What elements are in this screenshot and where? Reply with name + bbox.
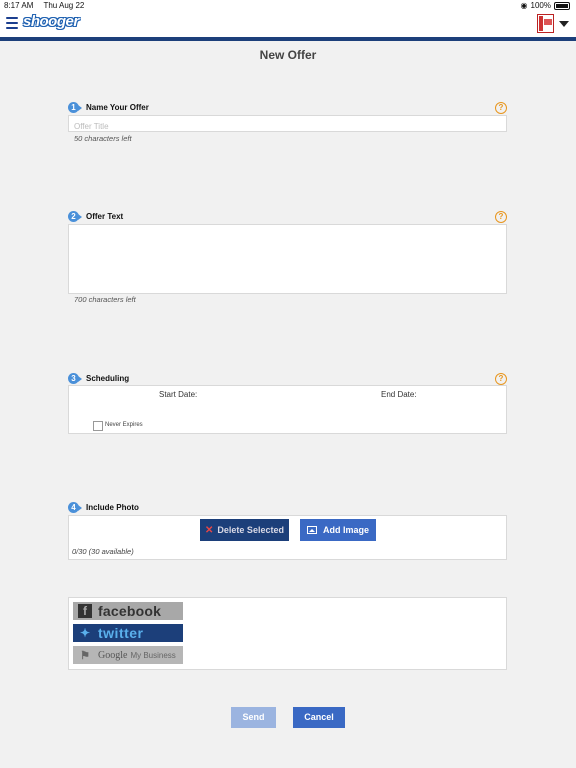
my-business-label: My Business bbox=[130, 650, 176, 660]
add-image-button[interactable]: Add Image bbox=[300, 519, 376, 541]
never-expires-checkbox[interactable] bbox=[93, 421, 103, 431]
add-image-label: Add Image bbox=[322, 525, 369, 535]
menu-icon[interactable] bbox=[6, 17, 18, 29]
image-icon bbox=[306, 526, 317, 534]
delete-selected-button[interactable]: ✕ Delete Selected bbox=[200, 519, 289, 541]
caret-down-icon[interactable] bbox=[559, 21, 569, 27]
help-icon[interactable]: ? bbox=[495, 373, 507, 385]
delete-x-icon: ✕ bbox=[205, 525, 214, 536]
offer-title-field bbox=[68, 115, 507, 134]
status-time: 8:17 AM bbox=[4, 1, 34, 10]
step-badge: 1 bbox=[68, 101, 82, 113]
google-label: Google bbox=[98, 649, 128, 661]
section-label: Scheduling bbox=[86, 373, 130, 383]
section-photo-header: 4 Include Photo bbox=[68, 501, 139, 513]
top-navbar: shooger bbox=[0, 11, 576, 37]
help-icon[interactable]: ? bbox=[495, 211, 507, 223]
section-name-header: 1 Name Your Offer bbox=[68, 101, 149, 113]
wifi-icon: ◉ bbox=[520, 1, 528, 10]
section-label: Include Photo bbox=[86, 502, 139, 512]
photo-count: 0/30 (30 available) bbox=[72, 547, 134, 556]
delete-selected-label: Delete Selected bbox=[217, 525, 284, 535]
title-char-count: 50 characters left bbox=[74, 134, 132, 143]
step-badge: 3 bbox=[68, 372, 82, 384]
scheduling-panel: Start Date: End Date: Never Expires bbox=[68, 385, 507, 434]
navbar-divider bbox=[0, 37, 576, 41]
battery-icon bbox=[554, 1, 570, 10]
offer-text-input[interactable] bbox=[69, 225, 506, 293]
section-label: Offer Text bbox=[86, 211, 124, 221]
section-text-header: 2 Offer Text bbox=[68, 210, 123, 222]
offer-text-field bbox=[68, 224, 507, 294]
page-title: New Offer bbox=[259, 48, 317, 62]
never-expires-label: Never Expires bbox=[105, 422, 143, 428]
facebook-icon: f bbox=[78, 604, 92, 618]
offer-title-input[interactable] bbox=[69, 119, 506, 134]
section-label: Name Your Offer bbox=[86, 102, 149, 112]
help-icon[interactable]: ? bbox=[495, 102, 507, 114]
account-icon[interactable] bbox=[537, 14, 554, 33]
twitter-label: twitter bbox=[98, 625, 144, 641]
facebook-share-button[interactable]: f facebook bbox=[73, 602, 183, 620]
cancel-button[interactable]: Cancel bbox=[293, 707, 345, 728]
google-business-icon: ⚑ bbox=[80, 649, 90, 662]
step-badge: 4 bbox=[68, 501, 82, 513]
text-char-count: 700 characters left bbox=[74, 295, 136, 304]
status-bar: 8:17 AM Thu Aug 22 ◉ 100% bbox=[0, 0, 576, 11]
shooger-logo[interactable]: shooger bbox=[23, 13, 79, 30]
status-date: Thu Aug 22 bbox=[43, 1, 85, 10]
google-my-business-button[interactable]: ⚑ Google My Business bbox=[73, 646, 183, 664]
facebook-label: facebook bbox=[98, 603, 162, 619]
battery-percent: 100% bbox=[530, 1, 551, 10]
twitter-share-button[interactable]: ✦ twitter bbox=[73, 624, 183, 642]
send-button[interactable]: Send bbox=[231, 707, 276, 728]
section-scheduling-header: 3 Scheduling bbox=[68, 372, 129, 384]
end-date-label[interactable]: End Date: bbox=[381, 390, 417, 399]
twitter-bird-icon: ✦ bbox=[79, 626, 91, 640]
step-badge: 2 bbox=[68, 210, 82, 222]
start-date-label[interactable]: Start Date: bbox=[159, 390, 197, 399]
